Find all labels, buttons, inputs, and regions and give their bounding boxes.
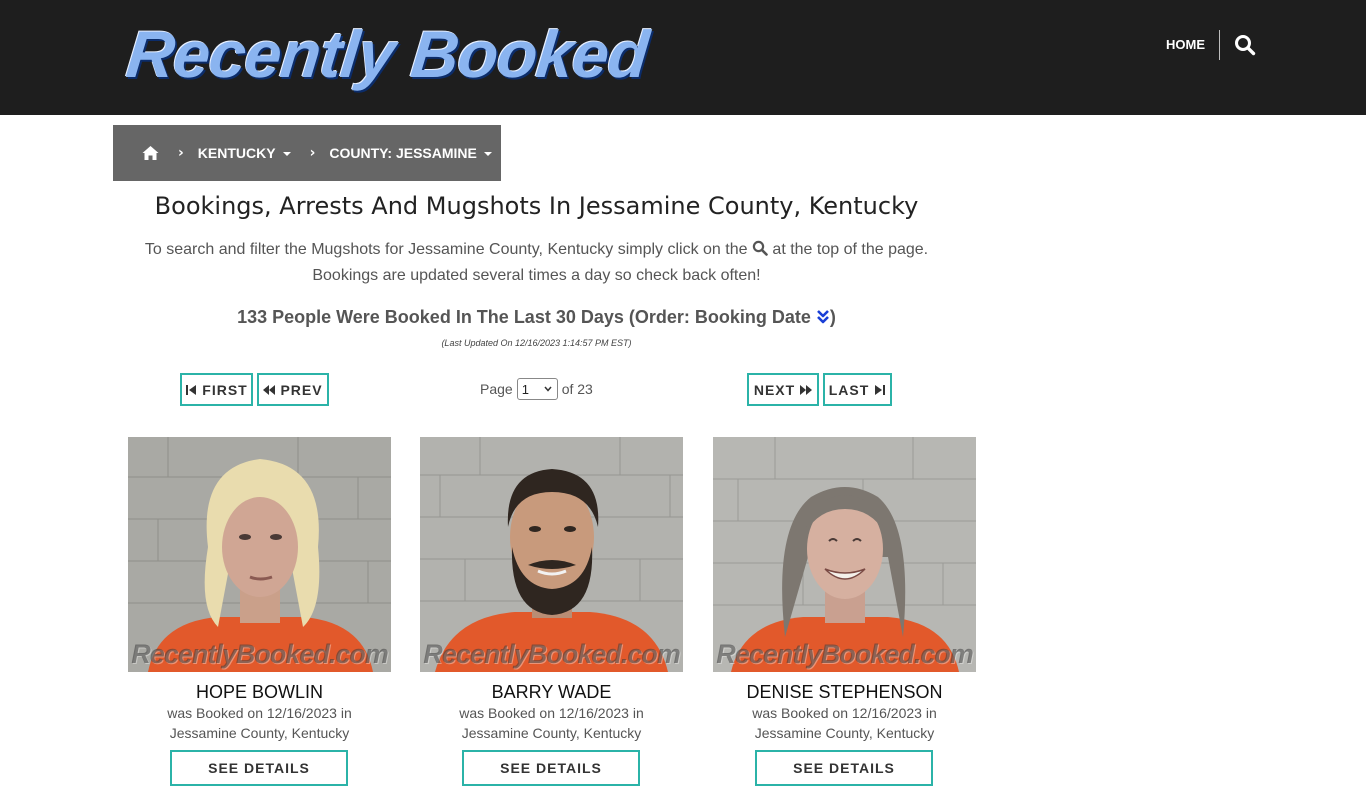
first-page-label: FIRST: [202, 381, 248, 398]
inmate-name[interactable]: BARRY WADE: [420, 681, 683, 703]
breadcrumb-county-label: COUNTY: JESSAMINE: [329, 145, 477, 161]
last-page-button[interactable]: LAST: [823, 373, 892, 406]
inmate-name[interactable]: HOPE BOWLIN: [128, 681, 391, 703]
search-icon[interactable]: [1234, 34, 1256, 56]
first-page-button[interactable]: FIRST: [180, 373, 253, 406]
double-chevron-down-icon[interactable]: [816, 306, 830, 324]
intro-text-part2: at the top of the page.: [772, 241, 929, 258]
inmate-name[interactable]: DENISE STEPHENSON: [713, 681, 976, 703]
page-select-value: 1: [521, 381, 529, 397]
nav-divider: [1219, 30, 1220, 60]
page-selector: Page 1 of 23: [480, 377, 593, 401]
last-page-label: LAST: [828, 381, 870, 398]
backward-icon: [263, 384, 276, 395]
booking-count-heading: 133 People Were Booked In The Last 30 Da…: [100, 304, 973, 330]
booking-date-text: was Booked on 12/16/2023 in: [167, 705, 352, 721]
forward-icon: [800, 384, 813, 395]
page-select[interactable]: 1: [516, 378, 558, 400]
watermark-text: RecentlyBooked.com: [716, 639, 974, 669]
booking-date-text: was Booked on 12/16/2023 in: [752, 705, 937, 721]
page-total-label: of 23: [561, 381, 593, 397]
booking-location-text: Jessamine County, Kentucky: [754, 725, 935, 741]
prev-page-button[interactable]: PREV: [257, 373, 329, 406]
booking-date-text: was Booked on 12/16/2023 in: [459, 705, 644, 721]
page-title: Bookings, Arrests And Mugshots In Jessam…: [154, 192, 919, 220]
booking-location-text: Jessamine County, Kentucky: [461, 725, 642, 741]
booking-count-close: ): [829, 307, 836, 327]
nav-home-link[interactable]: HOME: [1166, 36, 1205, 54]
breadcrumb-state-label: KENTUCKY: [197, 145, 276, 161]
mugshot-image: [420, 437, 683, 672]
chevron-right-icon: ›: [178, 145, 184, 161]
breadcrumb-state-dropdown[interactable]: KENTUCKY: [198, 145, 291, 161]
mugshot-image: [713, 437, 976, 672]
see-details-button[interactable]: SEE DETAILS: [755, 750, 933, 786]
see-details-button[interactable]: SEE DETAILS: [462, 750, 640, 786]
next-page-label: NEXT: [753, 381, 796, 398]
breadcrumb: › KENTUCKY › COUNTY: JESSAMINE: [113, 125, 501, 181]
intro-text: To search and filter the Mugshots for Je…: [100, 237, 973, 289]
step-backward-icon: [186, 384, 197, 395]
booking-location-text: Jessamine County, Kentucky: [169, 725, 350, 741]
booking-count-text: 133 People Were Booked In The Last 30 Da…: [237, 307, 811, 327]
caret-down-icon: [483, 151, 492, 156]
chevron-right-icon: ›: [309, 145, 316, 161]
page-label: Page: [480, 381, 513, 397]
booking-card: RecentlyBooked.com DENISE STEPHENSON was…: [713, 437, 976, 786]
mugshot-photo[interactable]: RecentlyBooked.com: [128, 437, 391, 672]
intro-text-part1: To search and filter the Mugshots for Je…: [144, 241, 748, 258]
mugshot-image: [128, 437, 391, 672]
booking-card: RecentlyBooked.com HOPE BOWLIN was Booke…: [128, 437, 391, 786]
last-updated-text: (Last Updated On 12/16/2023 1:14:57 PM E…: [441, 338, 632, 348]
next-page-button[interactable]: NEXT: [747, 373, 819, 406]
chevron-down-icon: [544, 386, 552, 392]
step-forward-icon: [875, 384, 886, 395]
breadcrumb-county-dropdown[interactable]: COUNTY: JESSAMINE: [329, 145, 492, 161]
watermark-text: RecentlyBooked.com: [131, 639, 389, 669]
search-icon: [752, 239, 768, 256]
home-icon[interactable]: [142, 145, 159, 161]
site-header: Recently Booked HOME: [0, 0, 1366, 115]
site-logo[interactable]: Recently Booked: [123, 14, 652, 94]
intro-text-line2: Bookings are updated several times a day…: [312, 267, 761, 284]
prev-page-label: PREV: [280, 381, 323, 398]
caret-down-icon: [282, 151, 291, 156]
watermark-text: RecentlyBooked.com: [423, 639, 681, 669]
booking-card: RecentlyBooked.com BARRY WADE was Booked…: [420, 437, 683, 786]
see-details-button[interactable]: SEE DETAILS: [170, 750, 348, 786]
mugshot-photo[interactable]: RecentlyBooked.com: [713, 437, 976, 672]
mugshot-photo[interactable]: RecentlyBooked.com: [420, 437, 683, 672]
